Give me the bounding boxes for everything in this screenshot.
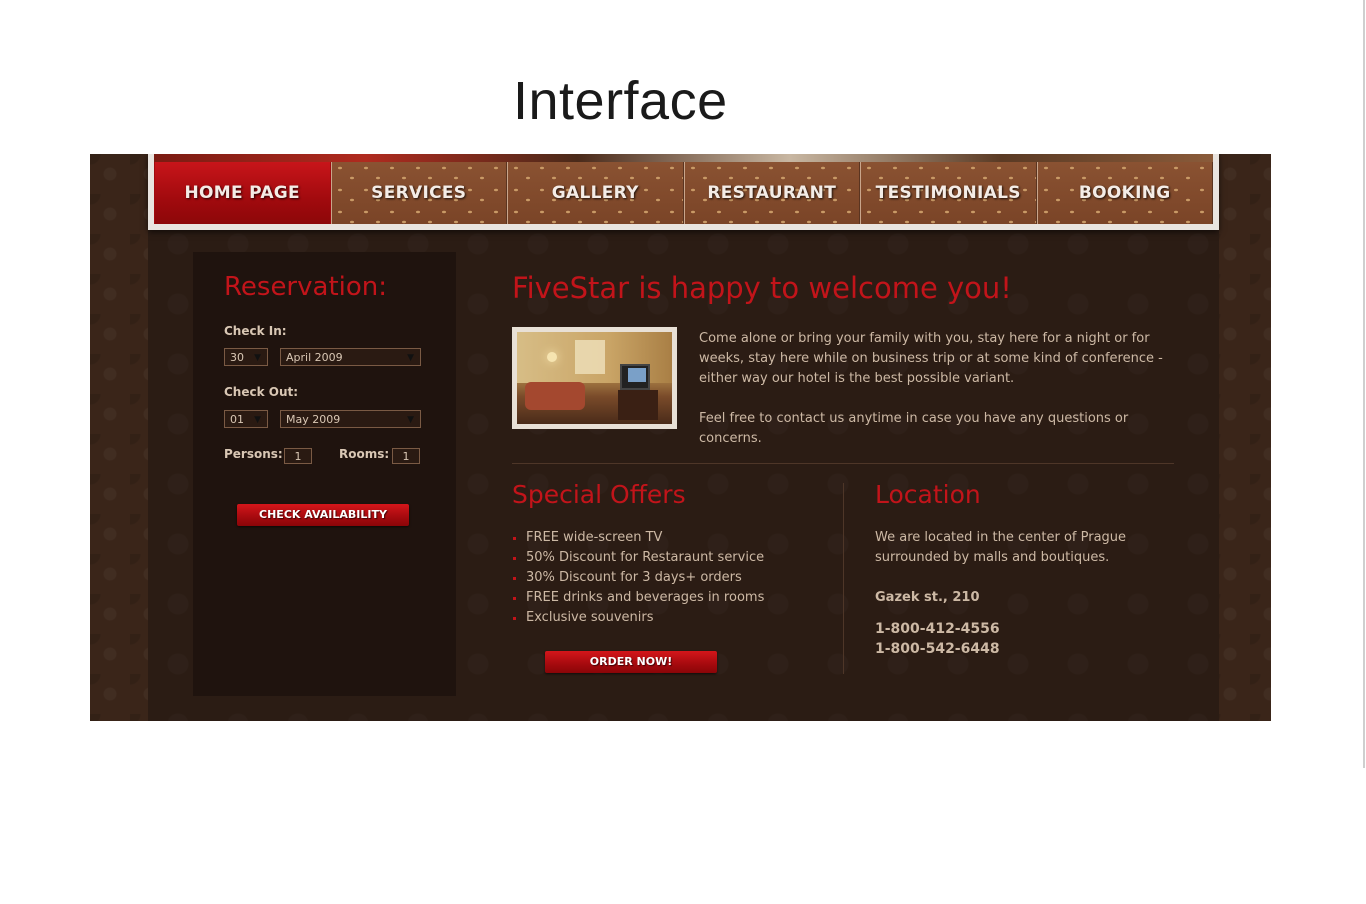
nav-restaurant[interactable]: RESTAURANT <box>683 162 860 224</box>
nav-home-page[interactable]: HOME PAGE <box>154 162 331 224</box>
header-banner-strip <box>154 154 1213 162</box>
welcome-title: FiveStar is happy to welcome you! <box>512 271 1012 305</box>
list-item: FREE wide-screen TV <box>512 528 764 548</box>
reservation-panel: Reservation: Check In: 30 ▼ April 2009 ▼… <box>193 252 456 696</box>
nav-testimonials[interactable]: TESTIMONIALS <box>860 162 1037 224</box>
reservation-title: Reservation: <box>224 272 388 302</box>
nav-services[interactable]: SERVICES <box>330 162 507 224</box>
address: Gazek st., 210 <box>875 590 980 605</box>
check-out-day-value: 01 <box>230 413 244 426</box>
location-title: Location <box>875 480 981 509</box>
column-divider <box>843 483 844 674</box>
phone-2: 1-800-542-6448 <box>875 641 1000 657</box>
dropdown-arrow-icon: ▼ <box>254 415 261 425</box>
nav-gallery[interactable]: GALLERY <box>507 162 684 224</box>
list-item: Exclusive souvenirs <box>512 608 764 628</box>
check-in-month-value: April 2009 <box>286 351 343 364</box>
contact-paragraph: Feel free to contact us anytime in case … <box>699 411 1129 446</box>
rooms-input[interactable]: 1 <box>392 448 420 464</box>
persons-label: Persons: <box>224 447 283 461</box>
persons-input[interactable]: 1 <box>284 448 312 464</box>
slide-edge-rule <box>1363 0 1365 768</box>
section-divider <box>512 463 1174 464</box>
list-item: 30% Discount for 3 days+ orders <box>512 568 764 588</box>
check-in-day-select[interactable]: 30 ▼ <box>224 348 268 366</box>
check-out-label: Check Out: <box>224 385 299 399</box>
nav-frame: HOME PAGE SERVICES GALLERY RESTAURANT TE… <box>148 154 1219 230</box>
main-nav: HOME PAGE SERVICES GALLERY RESTAURANT TE… <box>154 162 1213 224</box>
nav-booking[interactable]: BOOKING <box>1036 162 1213 224</box>
list-item: FREE drinks and beverages in rooms <box>512 588 764 608</box>
check-in-month-select[interactable]: April 2009 ▼ <box>280 348 421 366</box>
check-out-month-value: May 2009 <box>286 413 341 426</box>
check-availability-button[interactable]: CHECK AVAILABILITY <box>237 504 409 526</box>
order-now-button[interactable]: ORDER NOW! <box>545 651 717 673</box>
offers-list: FREE wide-screen TV 50% Discount for Res… <box>512 528 764 628</box>
page-container: HOME PAGE SERVICES GALLERY RESTAURANT TE… <box>148 154 1219 721</box>
dropdown-arrow-icon: ▼ <box>407 353 414 363</box>
check-out-day-select[interactable]: 01 ▼ <box>224 410 268 428</box>
welcome-paragraph: Come alone or bring your family with you… <box>699 331 1163 386</box>
website-screenshot: HOME PAGE SERVICES GALLERY RESTAURANT TE… <box>90 154 1271 721</box>
location-text: We are located in the center of Prague s… <box>875 530 1127 565</box>
list-item: 50% Discount for Restaraunt service <box>512 548 764 568</box>
phone-1: 1-800-412-4556 <box>875 621 1000 637</box>
special-offers-title: Special Offers <box>512 480 686 509</box>
check-out-month-select[interactable]: May 2009 ▼ <box>280 410 421 428</box>
dropdown-arrow-icon: ▼ <box>254 353 261 363</box>
room-photo <box>512 327 677 429</box>
rooms-label: Rooms: <box>339 447 390 461</box>
check-in-day-value: 30 <box>230 351 244 364</box>
slide-title: Interface <box>513 71 728 131</box>
check-in-label: Check In: <box>224 324 287 338</box>
dropdown-arrow-icon: ▼ <box>407 415 414 425</box>
